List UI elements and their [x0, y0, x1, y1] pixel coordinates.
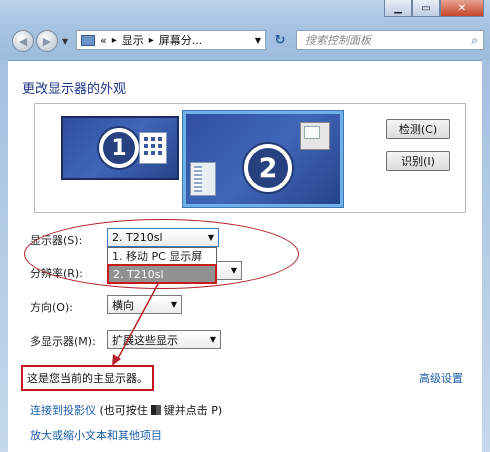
window-controls: ▁ ▭ ✕ [384, 0, 484, 17]
resolution-label: 分辨率(R): [30, 267, 83, 280]
chevron-down-icon: ▼ [170, 300, 177, 309]
display-label: 显示器(S): [30, 234, 83, 247]
breadcrumb-display[interactable]: 显示 [122, 32, 144, 48]
nav-buttons: ◀ ▶ ▼ [12, 30, 68, 52]
close-button[interactable]: ✕ [440, 0, 484, 17]
monitor-1[interactable]: 1 [61, 116, 179, 180]
minimize-button[interactable]: ▁ [384, 0, 412, 17]
multi-display-label: 多显示器(M): [30, 335, 96, 348]
back-arrow-icon: ◀ [18, 34, 28, 48]
window-border-right [482, 60, 490, 452]
device-icon [190, 162, 216, 196]
orientation-select-value: 横向 [112, 298, 134, 312]
close-icon: ✕ [457, 2, 467, 14]
multi-display-select[interactable]: 扩展这些显示 ▼ [107, 330, 221, 349]
address-bar[interactable]: « ▸ 显示 ▸ 屏幕分... ▼ [76, 30, 266, 50]
breadcrumb-overflow[interactable]: « [100, 34, 107, 47]
identify-button[interactable]: 识别(I) [386, 151, 450, 171]
address-dropdown-icon[interactable]: ▼ [255, 36, 261, 45]
window-border-left [0, 60, 8, 452]
breadcrumb-separator-icon: ▸ [111, 34, 117, 46]
advanced-settings-link[interactable]: 高级设置 [419, 370, 463, 386]
windows-key-icon [150, 405, 161, 415]
start-menu-grid-icon [139, 132, 167, 164]
projector-hint-suffix: 键并点击 P) [163, 404, 223, 417]
detect-button[interactable]: 检测(C) [386, 119, 450, 139]
monitor-2-number: 2 [244, 144, 292, 192]
display-option-2[interactable]: 2. T210sl [107, 264, 217, 284]
minimize-icon: ▁ [394, 2, 402, 14]
display-select-value: 2. T210sl [112, 231, 163, 244]
history-dropdown-icon[interactable]: ▼ [62, 37, 68, 46]
chevron-down-icon: ▼ [209, 335, 216, 344]
multi-display-select-value: 扩展这些显示 [112, 333, 178, 347]
display-option-1[interactable]: 1. 移动 PC 显示屏 [108, 248, 216, 264]
refresh-icon: ↻ [274, 32, 286, 48]
text-size-link[interactable]: 放大或缩小文本和其他项目 [30, 427, 162, 443]
maximize-button[interactable]: ▭ [412, 0, 440, 17]
page-title: 更改显示器的外观 [22, 82, 127, 97]
primary-display-note: 这是您当前的主显示器。 [21, 365, 154, 391]
chevron-down-icon: ▼ [230, 266, 237, 275]
projector-hint-prefix: (也可按住 [99, 404, 148, 417]
window-titlebar: ▁ ▭ ✕ ◀ ▶ ▼ « ▸ 显示 ▸ 屏幕分... ▼ ↻ 搜索控制面板 ⌕ [0, 0, 490, 61]
maximize-icon: ▭ [421, 2, 431, 14]
breadcrumb-screen-resolution[interactable]: 屏幕分... [159, 32, 203, 48]
display-select[interactable]: 2. T210sl ▼ [107, 228, 219, 247]
breadcrumb-separator-icon: ▸ [148, 34, 154, 46]
monitor-arrangement: 1 2 检测(C) 识别(I) [34, 103, 466, 213]
search-icon[interactable]: ⌕ [471, 33, 478, 48]
search-placeholder: 搜索控制面板 [305, 34, 371, 47]
control-panel-icon [81, 34, 95, 46]
connect-projector-row: 连接到投影仪 (也可按住 键并点击 P) [30, 402, 222, 418]
display-dropdown-list: 1. 移动 PC 显示屏 2. T210sl [107, 247, 217, 284]
forward-arrow-icon: ▶ [42, 34, 52, 48]
back-button[interactable]: ◀ [12, 30, 34, 52]
monitor-1-number: 1 [99, 128, 139, 168]
search-input[interactable]: 搜索控制面板 ⌕ [296, 30, 484, 50]
orientation-select[interactable]: 横向 ▼ [107, 295, 182, 314]
chevron-down-icon: ▼ [207, 233, 214, 242]
connect-projector-link[interactable]: 连接到投影仪 [30, 404, 96, 417]
refresh-button[interactable]: ↻ [268, 30, 292, 50]
forward-button[interactable]: ▶ [36, 30, 58, 52]
monitor-2[interactable]: 2 [183, 111, 343, 207]
orientation-label: 方向(O): [30, 301, 73, 314]
window-preview-icon [300, 122, 330, 150]
